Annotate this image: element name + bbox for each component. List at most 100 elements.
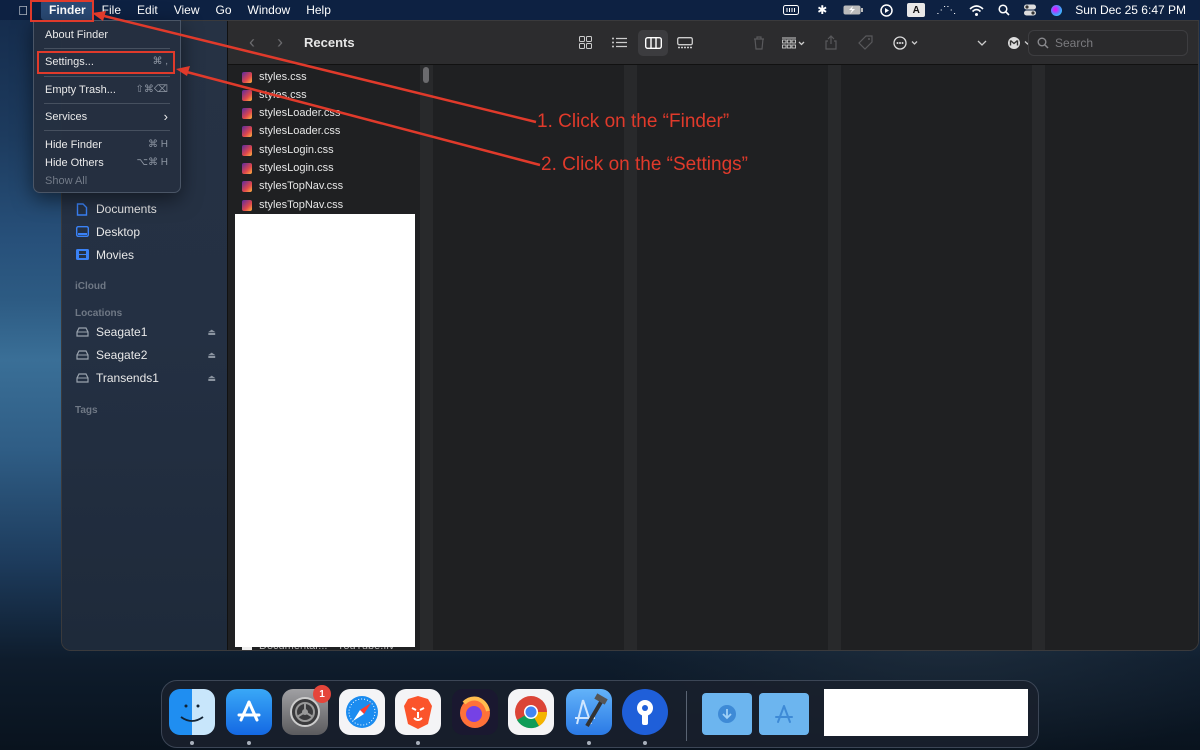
menu-edit[interactable]: Edit xyxy=(129,0,166,20)
eject-icon[interactable]: ⏏ xyxy=(207,327,216,338)
file-item[interactable]: styles.css xyxy=(242,89,307,101)
dock-app-app-store[interactable] xyxy=(226,689,272,735)
clock[interactable]: Sun Dec 25 6:47 PM xyxy=(1075,3,1186,17)
css-file-icon xyxy=(242,89,252,101)
menu-file[interactable]: File xyxy=(94,0,129,20)
menu-window[interactable]: Window xyxy=(240,0,299,20)
keyboard-brightness-icon[interactable] xyxy=(773,0,809,20)
file-item[interactable]: stylesTopNav.css xyxy=(242,199,343,211)
icon-view-button[interactable] xyxy=(570,30,600,56)
shortcut-label: ⇧⌘⌫ xyxy=(135,84,168,95)
chevron-right-icon: › xyxy=(163,109,168,124)
trash-icon xyxy=(754,35,764,50)
notification-badge: 1 xyxy=(313,685,331,703)
trash-button[interactable] xyxy=(744,30,774,56)
dock-app-xcode[interactable] xyxy=(566,689,612,735)
menu-item-about-finder[interactable]: About Finder xyxy=(45,29,168,41)
play-icon[interactable] xyxy=(871,0,901,20)
sidebar-item-transends1[interactable]: Transends1 ⏏ xyxy=(76,371,216,385)
eject-icon[interactable]: ⏏ xyxy=(207,373,216,384)
external-drive-icon xyxy=(76,372,90,384)
menu-bar:  Finder File Edit View Go Window Help ✱… xyxy=(0,0,1200,20)
highlight-finder-menu xyxy=(30,0,94,22)
sidebar-item-movies[interactable]: Movies xyxy=(76,248,134,262)
scrollbar-thumb[interactable] xyxy=(423,67,429,83)
file-item[interactable]: stylesLoader.css xyxy=(242,125,340,137)
search-input[interactable]: Search xyxy=(1028,30,1188,56)
gallery-view-button[interactable] xyxy=(670,30,700,56)
dock-app-brave[interactable] xyxy=(395,689,441,735)
menu-separator xyxy=(44,103,170,104)
column-resize-handle[interactable] xyxy=(828,65,841,650)
file-item[interactable]: stylesTopNav.css xyxy=(242,180,343,192)
grid-icon xyxy=(578,36,592,49)
input-source-icon[interactable]: A xyxy=(901,0,931,20)
status-area: ✱ A ⋰⋱ Sun Dec 25 6:47 PM xyxy=(773,0,1186,20)
group-by-button[interactable] xyxy=(776,30,812,56)
column-resize-handle[interactable] xyxy=(420,65,433,650)
file-item[interactable]: stylesLogin.css xyxy=(242,144,334,156)
control-center-icon[interactable] xyxy=(1017,0,1043,20)
dock-app-finder[interactable] xyxy=(169,689,215,735)
menu-separator xyxy=(44,48,170,49)
dock-folder-downloads[interactable] xyxy=(702,693,752,735)
share-button[interactable] xyxy=(818,30,844,56)
redacted-region xyxy=(235,214,415,647)
menu-help[interactable]: Help xyxy=(298,0,339,20)
sidebar-heading-locations[interactable]: Locations xyxy=(75,308,122,319)
bluetooth-icon[interactable]: ✱ xyxy=(809,0,835,20)
menu-go[interactable]: Go xyxy=(208,0,240,20)
menu-item-empty-trash[interactable]: Empty Trash... ⇧⌘⌫ xyxy=(45,84,168,96)
share-icon xyxy=(825,35,837,50)
sidebar-heading-icloud[interactable]: iCloud xyxy=(75,281,106,292)
external-drive-icon xyxy=(76,349,90,361)
column-resize-handle[interactable] xyxy=(624,65,637,650)
css-file-icon xyxy=(242,107,252,119)
file-item[interactable]: styles.css xyxy=(242,71,307,83)
spotlight-search-icon[interactable] xyxy=(991,0,1017,20)
dock-app-sourcetree[interactable] xyxy=(622,689,668,735)
list-view-button[interactable] xyxy=(604,30,634,56)
dock-app-safari[interactable] xyxy=(339,689,385,735)
finder-menu: About Finder Settings... ⌘ , Empty Trash.… xyxy=(33,20,181,193)
wifi-icon[interactable] xyxy=(961,0,991,20)
menu-item-hide-finder[interactable]: Hide Finder ⌘ H xyxy=(45,139,168,151)
dropdown-button[interactable] xyxy=(972,30,992,56)
window-title: Recents xyxy=(304,35,355,50)
sidebar-heading-tags[interactable]: Tags xyxy=(75,405,98,416)
group-icon xyxy=(782,37,805,48)
file-item[interactable]: stylesLoader.css xyxy=(242,107,340,119)
column-view-button[interactable] xyxy=(638,29,668,56)
forward-button[interactable]: › xyxy=(266,32,294,53)
action-menu-button[interactable] xyxy=(888,30,926,56)
sidebar-item-seagate2[interactable]: Seagate2 ⏏ xyxy=(76,348,216,362)
eject-icon[interactable]: ⏏ xyxy=(207,350,216,361)
dock-app-chrome[interactable] xyxy=(508,689,554,735)
tag-button[interactable] xyxy=(850,30,880,56)
menu-view[interactable]: View xyxy=(166,0,208,20)
sidebar-item-seagate1[interactable]: Seagate1 ⏏ xyxy=(76,325,216,339)
finder-icon xyxy=(180,704,204,722)
battery-charging-icon[interactable] xyxy=(835,0,871,20)
siri-icon[interactable] xyxy=(1043,0,1069,20)
highlight-settings-item xyxy=(37,51,175,74)
safari-icon xyxy=(346,696,378,728)
menu-item-hide-others[interactable]: Hide Others ⌥⌘ H xyxy=(45,157,168,169)
empty-column xyxy=(637,65,828,650)
dock-folder-applications[interactable] xyxy=(759,693,809,735)
menu-separator xyxy=(44,76,170,77)
dock-app-firefox[interactable] xyxy=(452,689,498,735)
sidebar-item-documents[interactable]: Documents xyxy=(76,202,157,216)
firefox-icon xyxy=(460,696,490,728)
css-file-icon xyxy=(242,71,252,83)
chevron-down-icon xyxy=(977,40,987,46)
applications-icon xyxy=(775,705,793,723)
sidebar-item-desktop[interactable]: Desktop xyxy=(75,225,140,239)
column-resize-handle[interactable] xyxy=(1032,65,1045,650)
file-item[interactable]: stylesLogin.css xyxy=(242,162,334,174)
running-indicator xyxy=(190,741,194,745)
menu-item-services[interactable]: Services › xyxy=(45,109,168,124)
apple-menu-icon[interactable]:  xyxy=(15,3,31,18)
weather-icon[interactable]: ⋰⋱ xyxy=(931,0,961,20)
back-button[interactable]: ‹ xyxy=(238,32,266,53)
